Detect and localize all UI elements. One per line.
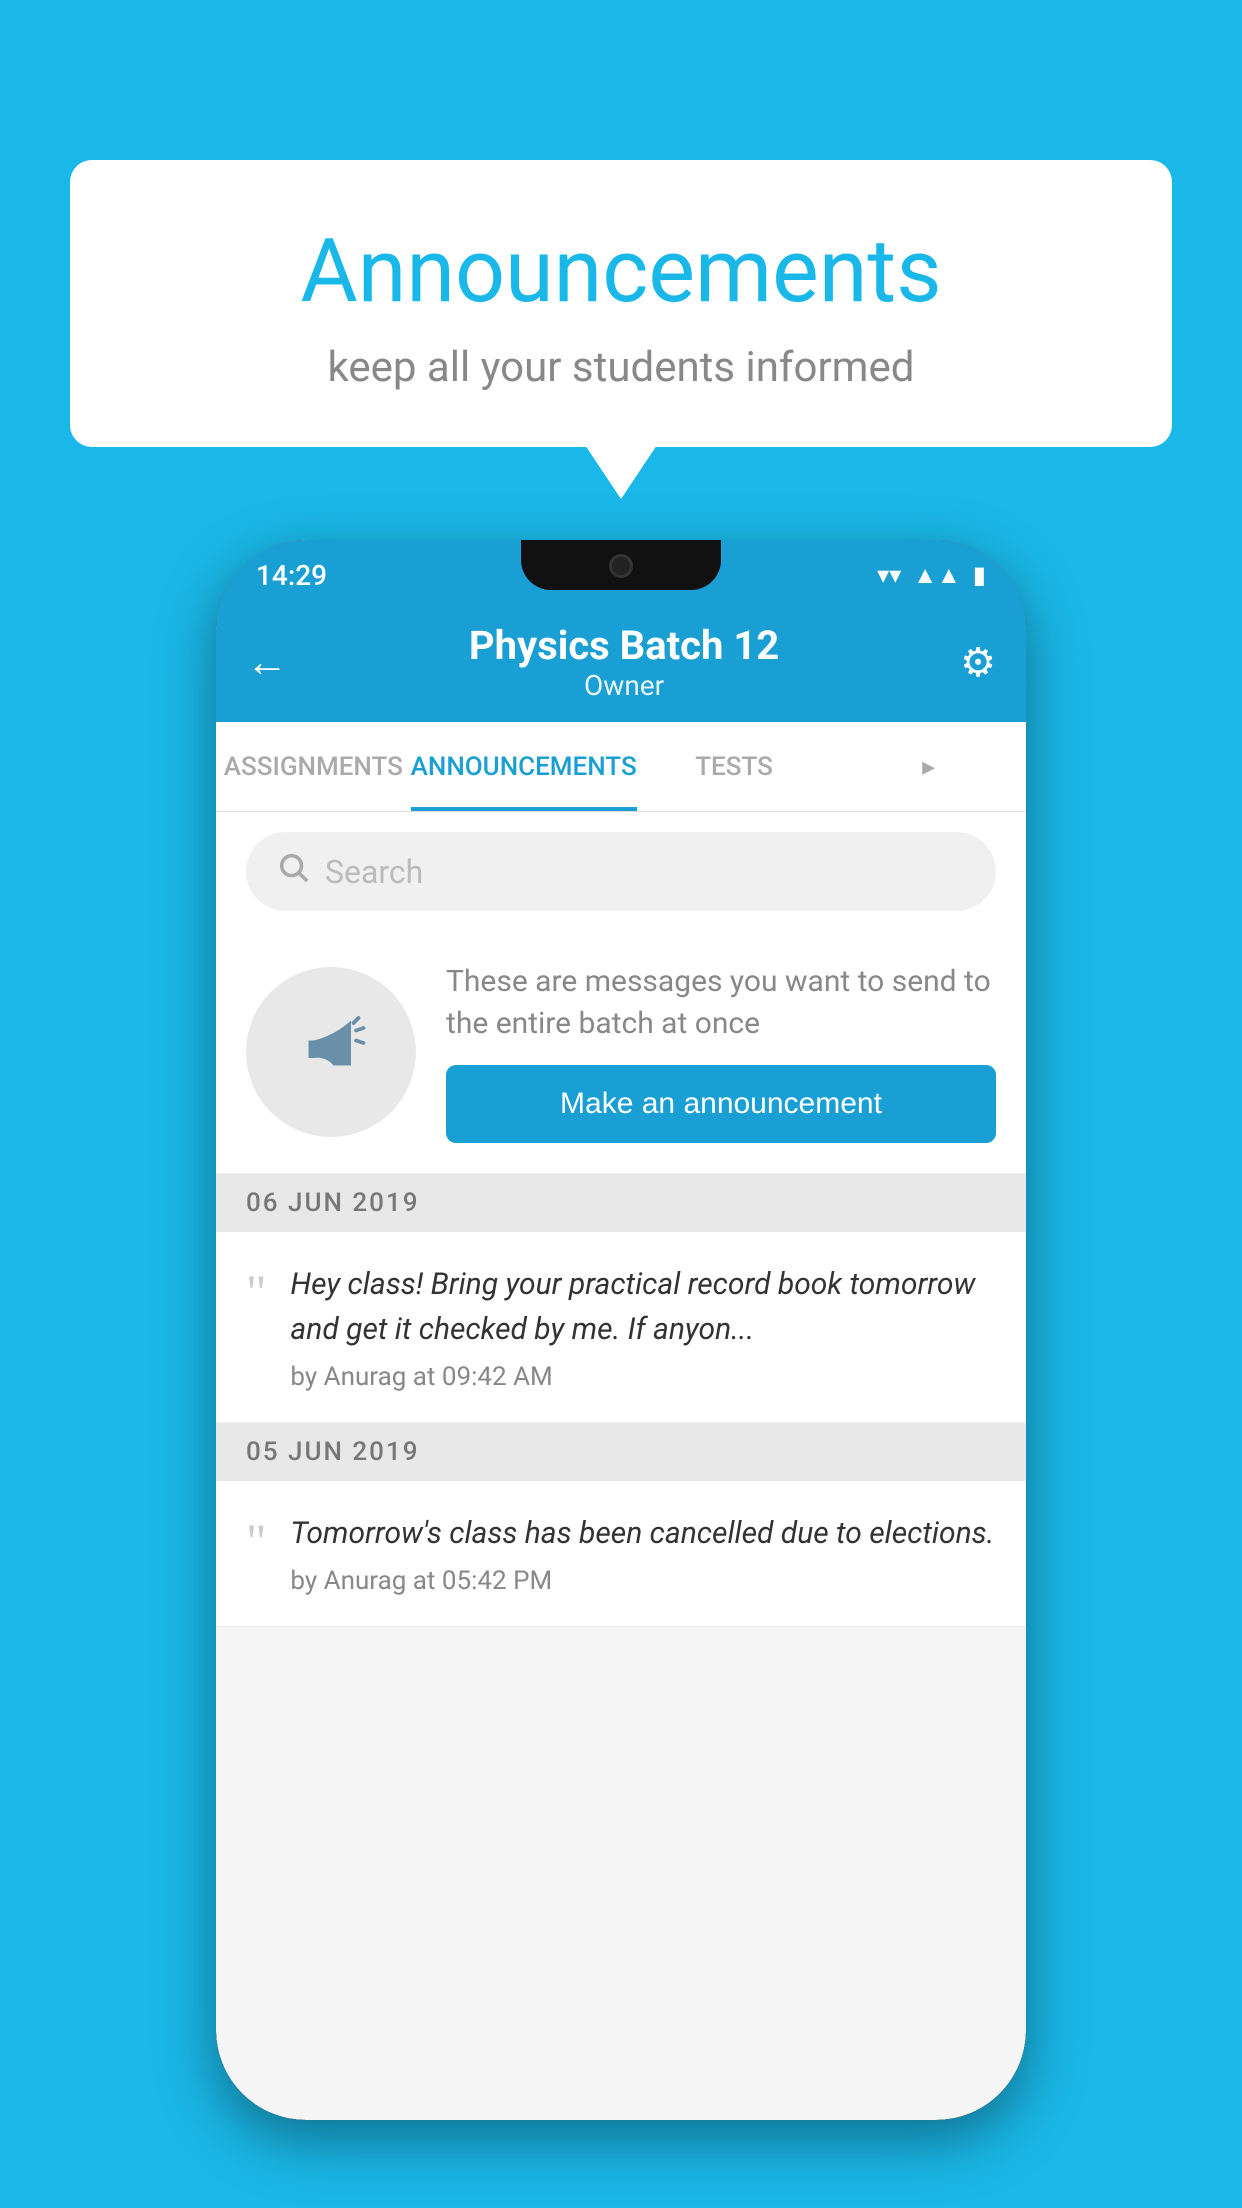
announcement-content-2: Tomorrow's class has been cancelled due … [290,1511,996,1596]
phone-frame: 14:29 ▾▾ ▲▲ ▮ ← Physics Batch 12 Owner ⚙… [216,540,1026,2120]
announcement-content-1: Hey class! Bring your practical record b… [290,1262,996,1392]
battery-icon: ▮ [973,561,986,589]
announcement-cta-description: These are messages you want to send to t… [446,961,996,1045]
camera-notch [609,554,633,578]
status-time: 14:29 [256,559,327,592]
batch-role: Owner [288,669,960,702]
speech-bubble-container: Announcements keep all your students inf… [70,160,1172,447]
search-container: Search [216,812,1026,931]
speech-bubble-subtitle: keep all your students informed [110,343,1132,392]
header-title-area: Physics Batch 12 Owner [288,622,960,702]
phone-screen: 14:29 ▾▾ ▲▲ ▮ ← Physics Batch 12 Owner ⚙… [216,540,1026,2120]
status-icons: ▾▾ ▲▲ ▮ [877,561,986,590]
announcement-icon-circle [246,967,416,1137]
megaphone-icon [291,1003,371,1101]
announcement-meta-2: by Anurag at 05:42 PM [290,1566,996,1596]
tabs-bar: ASSIGNMENTS ANNOUNCEMENTS TESTS ▸ [216,722,1026,812]
announcement-cta-right: These are messages you want to send to t… [446,961,996,1143]
announcement-cta: These are messages you want to send to t… [216,931,1026,1174]
announcement-item-2[interactable]: " Tomorrow's class has been cancelled du… [216,1481,1026,1627]
settings-icon[interactable]: ⚙ [960,639,996,686]
announcement-text-1: Hey class! Bring your practical record b… [290,1262,996,1352]
tab-assignments[interactable]: ASSIGNMENTS [216,722,411,811]
back-button[interactable]: ← [246,638,288,687]
announcement-item-1[interactable]: " Hey class! Bring your practical record… [216,1232,1026,1423]
wifi-icon: ▾▾ [877,561,901,589]
signal-icon: ▲▲ [913,561,961,590]
quote-icon-1: " [246,1267,266,1392]
batch-title: Physics Batch 12 [288,622,960,669]
app-header: ← Physics Batch 12 Owner ⚙ [216,602,1026,722]
tab-tests[interactable]: TESTS [637,722,832,811]
tab-announcements[interactable]: ANNOUNCEMENTS [411,722,637,811]
speech-bubble: Announcements keep all your students inf… [70,160,1172,447]
announcement-meta-1: by Anurag at 09:42 AM [290,1362,996,1392]
speech-bubble-title: Announcements [110,220,1132,323]
quote-icon-2: " [246,1516,266,1596]
announcement-text-2: Tomorrow's class has been cancelled due … [290,1511,996,1556]
phone-notch [521,540,721,590]
search-placeholder: Search [325,853,423,891]
date-separator-1: 06 JUN 2019 [216,1174,1026,1232]
date-separator-2: 05 JUN 2019 [216,1423,1026,1481]
search-box[interactable]: Search [246,832,996,911]
make-announcement-button[interactable]: Make an announcement [446,1065,996,1143]
tab-more[interactable]: ▸ [831,722,1026,811]
search-icon [276,850,310,893]
